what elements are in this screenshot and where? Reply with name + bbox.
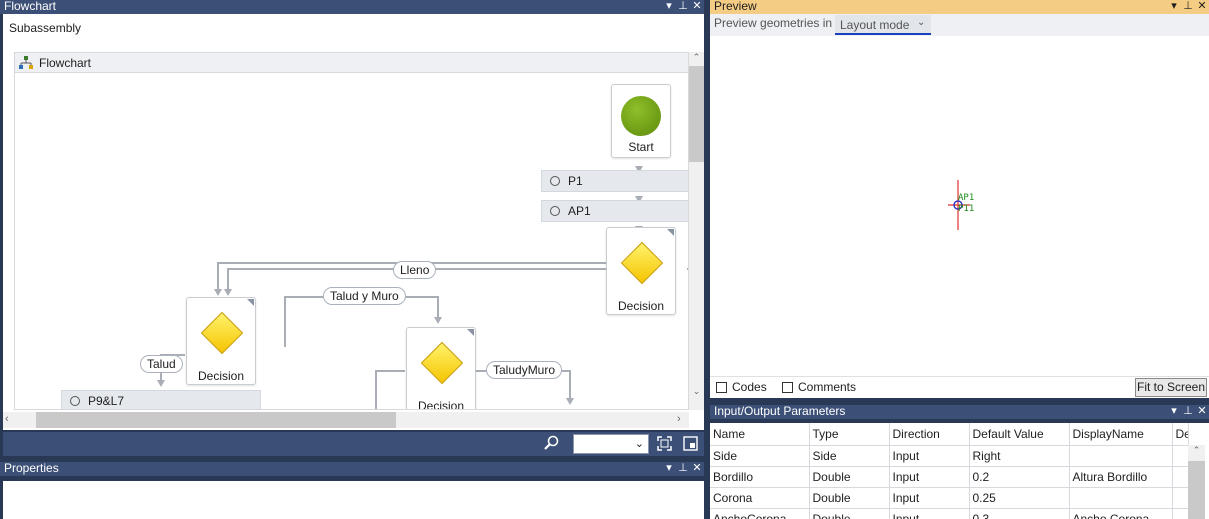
properties-panel <box>3 481 704 519</box>
column-header-type[interactable]: Type <box>809 423 890 446</box>
variable-p1[interactable]: P1 <box>541 170 688 192</box>
io-vertical-scrollbar[interactable]: ⌃ <box>1188 445 1205 519</box>
flowchart-canvas[interactable]: Flowchart Start P1 AP1 Decision Decision… <box>14 52 689 410</box>
table-row[interactable]: Bordillo Double Input 0.2 Altura Bordill… <box>710 466 1189 488</box>
layout-mode-select[interactable]: Layout mode ⌄ <box>835 15 931 35</box>
preview-geometries-label: Preview geometries in <box>714 16 833 30</box>
close-icon[interactable]: ✕ <box>692 462 702 476</box>
close-icon[interactable]: ✕ <box>1197 405 1207 419</box>
chevron-down-icon: ⌄ <box>917 17 926 28</box>
dropdown-icon[interactable]: ▾ <box>664 0 674 14</box>
decision-node-mid[interactable]: Decision <box>406 327 476 409</box>
preview-options-bar: Codes Comments Fit to Screen <box>710 376 1209 398</box>
column-header-direction[interactable]: Direction <box>889 423 970 446</box>
variable-p9l7[interactable]: P9&L7 <box>61 390 261 409</box>
flowchart-toolbar: ⌄ <box>3 432 704 456</box>
scroll-up-icon[interactable]: ⌃ <box>1188 445 1205 459</box>
chevron-down-icon: ⌄ <box>634 438 644 450</box>
column-header-default-value[interactable]: Default Value <box>969 423 1070 446</box>
point-label-ap1: AP1 <box>958 193 975 203</box>
dropdown-icon[interactable]: ▾ <box>1169 0 1179 14</box>
checkbox-icon <box>716 382 727 394</box>
fit-view-icon[interactable] <box>657 436 672 451</box>
flowchart-panel-title: Flowchart ▾ ⊥ ✕ <box>0 0 704 14</box>
flowchart-vertical-scrollbar[interactable]: ⌃ ⌄ <box>689 52 704 410</box>
preview-canvas[interactable]: AP1 P11 <box>710 36 1209 376</box>
horizontal-scroll-thumb[interactable] <box>36 412 396 428</box>
pin-icon[interactable]: ⊥ <box>1183 0 1193 14</box>
variable-icon <box>70 396 80 406</box>
vertical-scroll-thumb[interactable] <box>689 66 704 162</box>
table-row[interactable]: Corona Double Input 0.25 <box>710 487 1189 509</box>
close-icon[interactable]: ✕ <box>692 0 702 14</box>
edge-label-lleno[interactable]: Lleno <box>393 261 437 279</box>
pin-icon[interactable]: ⊥ <box>678 0 688 14</box>
table-header-row: Name Type Direction Default Value Displa… <box>710 423 1189 446</box>
io-scroll-thumb[interactable] <box>1188 461 1205 519</box>
pin-icon[interactable]: ⊥ <box>678 462 688 476</box>
column-header-display-name[interactable]: DisplayName <box>1069 423 1173 446</box>
scroll-left-icon[interactable]: ‹ <box>5 413 9 425</box>
pin-icon[interactable]: ⊥ <box>1183 405 1193 419</box>
table-row[interactable]: Side Side Input Right <box>710 445 1189 467</box>
preview-point-labels: AP1 P11 <box>958 193 974 215</box>
corner-marker-icon <box>467 329 474 336</box>
subassembly-label: Subassembly <box>9 21 82 35</box>
io-parameters-table: Name Type Direction Default Value Displa… <box>710 423 1189 519</box>
column-header-description[interactable]: De <box>1172 423 1189 446</box>
comments-checkbox[interactable]: Comments <box>782 380 856 394</box>
fit-to-screen-button[interactable]: Fit to Screen <box>1135 378 1207 397</box>
start-circle <box>621 96 661 136</box>
codes-checkbox[interactable]: Codes <box>716 380 767 394</box>
dropdown-icon[interactable]: ▾ <box>664 462 674 476</box>
preview-toolbar: Preview geometries in Layout mode ⌄ <box>710 14 1209 36</box>
io-parameters-grid: Name Type Direction Default Value Displa… <box>710 423 1209 519</box>
scroll-right-icon[interactable]: › <box>677 413 681 425</box>
start-node[interactable]: Start <box>611 84 671 158</box>
dropdown-icon[interactable]: ▾ <box>1169 405 1179 419</box>
corner-marker-icon <box>667 229 674 236</box>
zoom-select[interactable]: ⌄ <box>573 434 649 454</box>
variable-icon <box>550 176 560 186</box>
variable-ap1[interactable]: AP1 <box>541 200 688 222</box>
column-header-name[interactable]: Name <box>710 423 810 446</box>
io-panel-title: Input/Output Parameters ▾ ⊥ ✕ <box>710 405 1209 419</box>
decision-diamond-icon <box>420 341 464 385</box>
close-icon[interactable]: ✕ <box>1197 0 1207 14</box>
preview-panel-title: Preview ▾ ⊥ ✕ <box>710 0 1209 14</box>
properties-panel-title: Properties ▾ ⊥ ✕ <box>0 462 704 476</box>
scroll-up-icon[interactable]: ⌃ <box>689 52 704 64</box>
variable-row-partial[interactable] <box>476 409 689 410</box>
decision-node-left[interactable]: Decision <box>186 297 256 385</box>
variable-icon <box>550 206 560 216</box>
flowchart-panel: Subassembly Flowchart Start P1 AP1 Decis… <box>3 14 704 430</box>
decision-node-main[interactable]: Decision <box>606 227 676 315</box>
corner-marker-icon <box>247 299 254 306</box>
checkbox-icon <box>782 382 793 394</box>
edge-label-talud[interactable]: Talud <box>140 355 183 373</box>
overview-icon[interactable] <box>683 436 698 451</box>
point-label-p11: P11 <box>958 204 975 214</box>
edge-label-talud-y-muro[interactable]: Talud y Muro <box>323 287 406 305</box>
decision-diamond-icon <box>200 311 244 355</box>
table-row[interactable]: AnchoCorona Double Input 0.3 Ancho Coron… <box>710 508 1189 519</box>
zoom-search-icon[interactable] <box>544 435 560 451</box>
decision-diamond-icon <box>620 241 664 285</box>
edge-label-taludymuro[interactable]: TaludyMuro <box>486 361 563 379</box>
flowchart-horizontal-scrollbar[interactable]: ‹ › <box>3 412 689 428</box>
scroll-down-icon[interactable]: ⌄ <box>689 386 704 398</box>
flowchart-connectors <box>157 166 688 409</box>
